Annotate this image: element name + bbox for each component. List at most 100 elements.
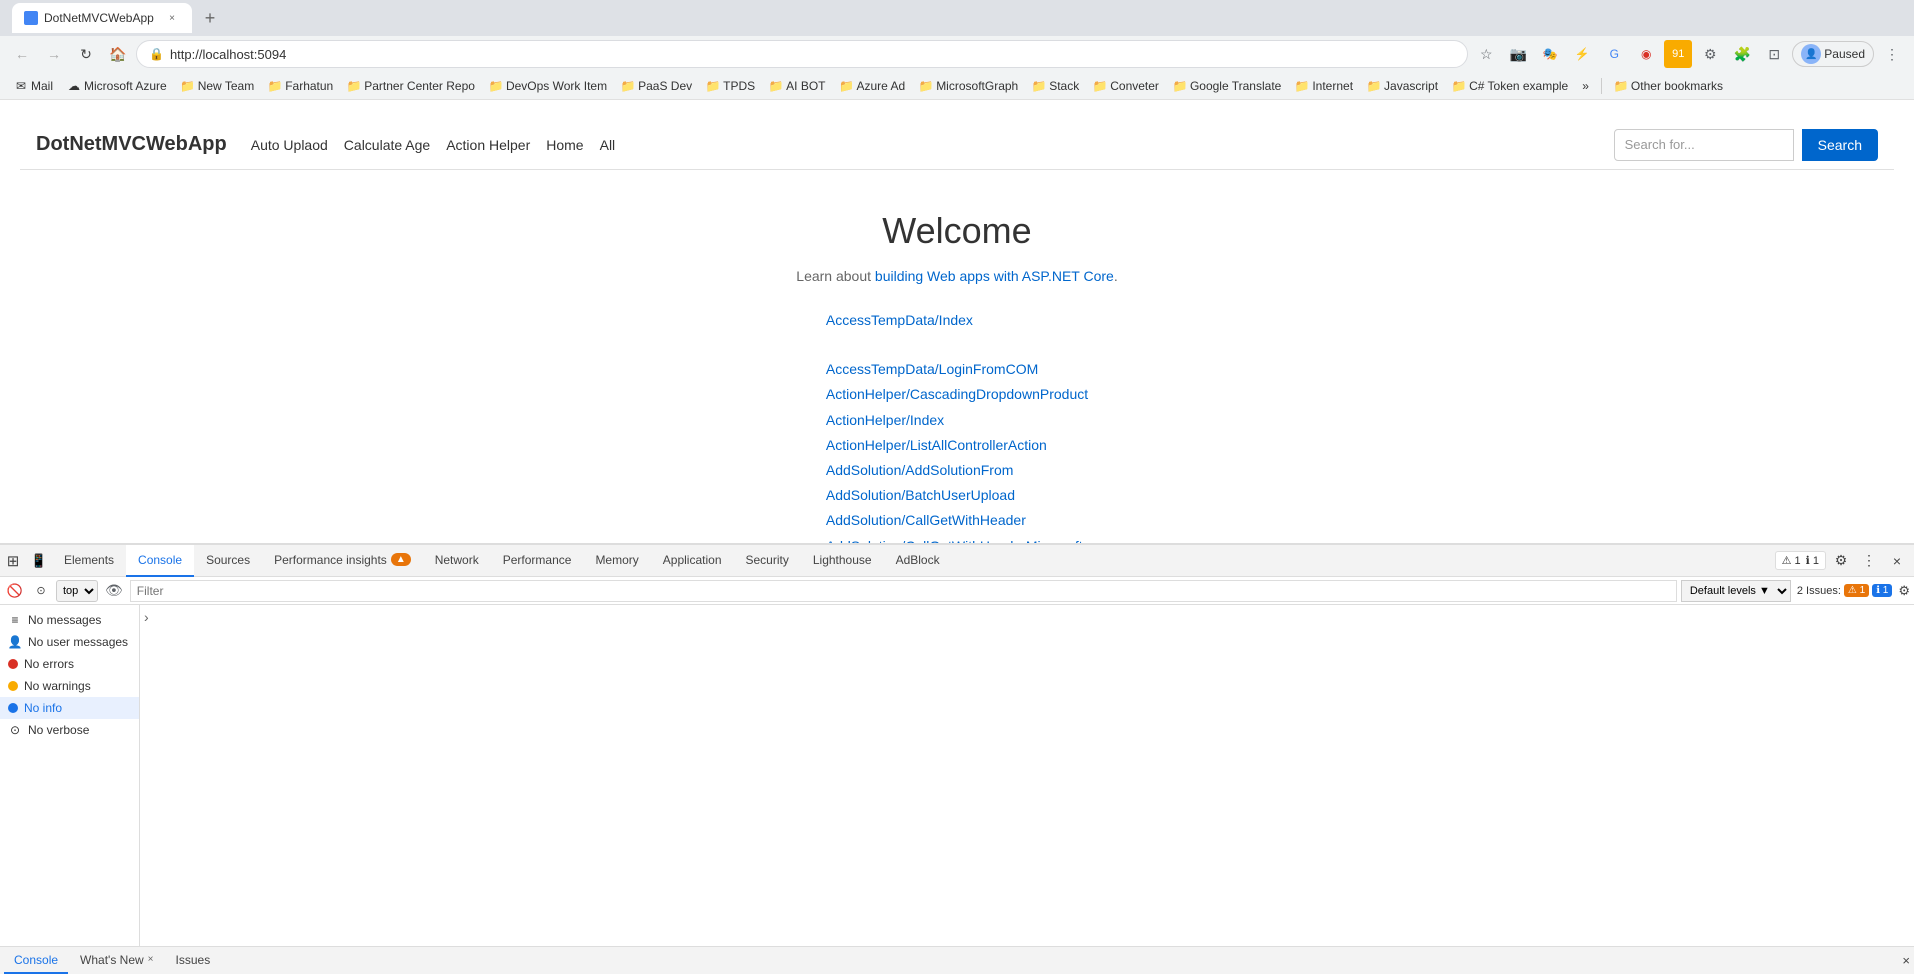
back-button[interactable]: ← <box>8 40 36 68</box>
link-item-2[interactable]: ActionHelper/CascadingDropdownProduct <box>826 382 1088 407</box>
devtools-tab-elements[interactable]: Elements <box>52 545 126 577</box>
nav-link-all[interactable]: All <box>600 137 616 153</box>
link-item-1[interactable]: AccessTempData/LoginFromCOM <box>826 357 1088 382</box>
console-item-no-info[interactable]: No info <box>0 697 139 719</box>
bookmark-label: New Team <box>198 79 254 93</box>
nav-link-home[interactable]: Home <box>546 137 583 153</box>
reload-button[interactable]: ↻ <box>72 40 100 68</box>
devtools-tab-adblock[interactable]: AdBlock <box>884 545 952 577</box>
link-item-4[interactable]: ActionHelper/ListAllControllerAction <box>826 433 1088 458</box>
console-history-button[interactable]: ⊙ <box>30 580 52 602</box>
bottom-tab-issues[interactable]: Issues <box>166 948 221 974</box>
devtools-tab-application[interactable]: Application <box>651 545 734 577</box>
browser-tab[interactable]: DotNetMVCWebApp × <box>12 3 192 33</box>
devtools-tab-security[interactable]: Security <box>734 545 801 577</box>
nav-link-upload[interactable]: Auto Uplaod <box>251 137 328 153</box>
item-label: No verbose <box>28 723 89 737</box>
learn-link[interactable]: building Web apps with ASP.NET Core <box>875 268 1114 284</box>
bottom-tab-whats-new[interactable]: What's New × <box>70 948 163 974</box>
link-item-7[interactable]: AddSolution/CallGetWithHeader <box>826 508 1088 533</box>
link-item-0[interactable]: AccessTempData/Index <box>826 308 1088 333</box>
extension-btn-4[interactable]: ◉ <box>1632 40 1660 68</box>
link-item-8[interactable]: AddSolution/CallGetWithHeaderMicrosoft <box>826 534 1088 545</box>
console-item-no-warnings[interactable]: No warnings <box>0 675 139 697</box>
bookmark-aibot[interactable]: 📁 AI BOT <box>763 77 831 95</box>
inspect-element-button[interactable]: ⊞ <box>0 548 26 574</box>
bookmark-paas[interactable]: 📁 PaaS Dev <box>615 77 698 95</box>
extension-btn-2[interactable]: ⚡ <box>1568 40 1596 68</box>
more-options-button[interactable]: ⋮ <box>1878 40 1906 68</box>
bookmark-js[interactable]: 📁 Javascript <box>1361 77 1444 95</box>
more-bookmarks-button[interactable]: » <box>1576 77 1595 95</box>
console-filter-input[interactable] <box>130 580 1677 602</box>
bottom-tab-label: What's New <box>80 953 144 967</box>
bottom-tab-console[interactable]: Console <box>4 948 68 974</box>
whats-new-close[interactable]: × <box>148 954 154 965</box>
issues-count-display[interactable]: ⚠ 1 ℹ 1 <box>1775 551 1826 570</box>
bookmark-star-button[interactable]: ☆ <box>1472 40 1500 68</box>
devtools-more-button[interactable]: ⋮ <box>1856 548 1882 574</box>
address-input-area[interactable]: 🔒 http://localhost:5094 <box>136 40 1468 68</box>
devtools-tab-performance[interactable]: Performance <box>491 545 584 577</box>
forward-button[interactable]: → <box>40 40 68 68</box>
link-item-6[interactable]: AddSolution/BatchUserUpload <box>826 483 1088 508</box>
learn-text-label: Learn about <box>796 268 875 284</box>
console-clear-button[interactable]: 🚫 <box>4 580 26 602</box>
console-item-no-messages[interactable]: ≡ No messages <box>0 609 139 631</box>
extension-btn-5[interactable]: 91 <box>1664 40 1692 68</box>
eye-button[interactable]: 👁 <box>102 582 126 599</box>
devtools-tab-sources[interactable]: Sources <box>194 545 262 577</box>
screenshot-button[interactable]: 📷 <box>1504 40 1532 68</box>
folder-icon-13: 📁 <box>1295 79 1309 93</box>
console-settings-button[interactable]: ⚙ <box>1898 583 1910 599</box>
bookmark-mail[interactable]: ✉ Mail <box>8 77 59 95</box>
bottom-right-buttons: × <box>1902 953 1910 968</box>
bookmark-partner[interactable]: 📁 Partner Center Repo <box>341 77 481 95</box>
bookmark-tpds[interactable]: 📁 TPDS <box>700 77 761 95</box>
extensions-button[interactable]: 🧩 <box>1728 40 1756 68</box>
devtools-tab-network[interactable]: Network <box>423 545 491 577</box>
bookmark-azure[interactable]: ☁ Microsoft Azure <box>61 77 173 95</box>
profile-button[interactable]: 👤 Paused <box>1792 41 1874 67</box>
bookmark-conveter[interactable]: 📁 Conveter <box>1087 77 1165 95</box>
console-body: ≡ No messages 👤 No user messages No erro… <box>0 605 1914 946</box>
link-item-5[interactable]: AddSolution/AddSolutionFrom <box>826 458 1088 483</box>
devtools-tab-console[interactable]: Console <box>126 545 194 577</box>
devtools-tab-memory[interactable]: Memory <box>583 545 650 577</box>
devtools-tab-performance-insights[interactable]: Performance insights ▲ <box>262 545 423 577</box>
search-input[interactable] <box>1614 129 1794 161</box>
console-item-no-user-messages[interactable]: 👤 No user messages <box>0 631 139 653</box>
nav-link-age[interactable]: Calculate Age <box>344 137 430 153</box>
extension-btn-6[interactable]: ⚙ <box>1696 40 1724 68</box>
tab-close-button[interactable]: × <box>164 10 180 26</box>
console-item-no-errors[interactable]: No errors <box>0 653 139 675</box>
bookmark-csharp[interactable]: 📁 C# Token example <box>1446 77 1574 95</box>
devtools-close-button[interactable]: × <box>1884 548 1910 574</box>
devtools-tab-lighthouse[interactable]: Lighthouse <box>801 545 884 577</box>
bookmark-msgraph[interactable]: 📁 MicrosoftGraph <box>913 77 1024 95</box>
split-view-button[interactable]: ⊡ <box>1760 40 1788 68</box>
console-item-no-verbose[interactable]: ⊙ No verbose <box>0 719 139 741</box>
new-tab-button[interactable]: + <box>196 4 224 32</box>
bookmark-azuread[interactable]: 📁 Azure Ad <box>833 77 911 95</box>
nav-link-action[interactable]: Action Helper <box>446 137 530 153</box>
bottom-close-button[interactable]: × <box>1902 953 1910 968</box>
bookmark-farhatun[interactable]: 📁 Farhatun <box>262 77 339 95</box>
bookmark-devops[interactable]: 📁 DevOps Work Item <box>483 77 613 95</box>
devtools-settings-button[interactable]: ⚙ <box>1828 548 1854 574</box>
bookmark-internet[interactable]: 📁 Internet <box>1289 77 1359 95</box>
levels-dropdown[interactable]: Default levels ▼ <box>1681 580 1791 602</box>
bookmark-label: Conveter <box>1110 79 1159 93</box>
bookmark-stack[interactable]: 📁 Stack <box>1026 77 1085 95</box>
link-item-3[interactable]: ActionHelper/Index <box>826 408 1088 433</box>
bookmark-other[interactable]: 📁 Other bookmarks <box>1608 77 1729 95</box>
bookmark-translate[interactable]: 📁 Google Translate <box>1167 77 1287 95</box>
top-context-select[interactable]: top <box>56 580 98 602</box>
extension-btn-3[interactable]: G <box>1600 40 1628 68</box>
home-button[interactable]: 🏠 <box>104 40 132 68</box>
bookmark-new-team[interactable]: 📁 New Team <box>175 77 260 95</box>
extension-btn-1[interactable]: 🎭 <box>1536 40 1564 68</box>
tab-label: AdBlock <box>896 553 940 567</box>
search-button[interactable]: Search <box>1802 129 1878 161</box>
device-emulation-button[interactable]: 📱 <box>26 548 52 574</box>
